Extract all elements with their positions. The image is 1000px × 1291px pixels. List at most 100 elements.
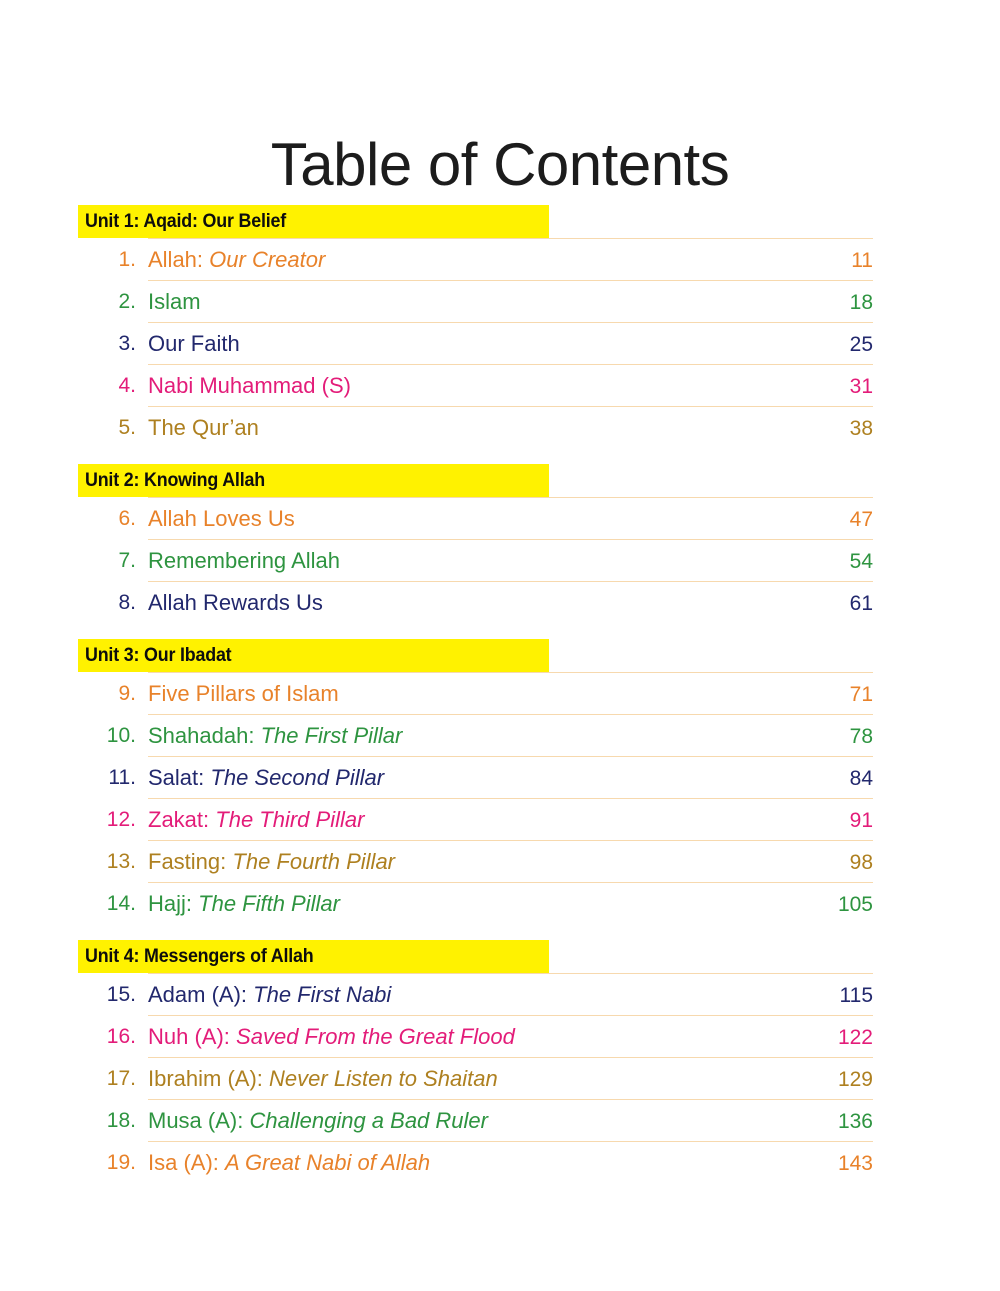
entry-title[interactable]: Hajj: The Fifth Pillar [148, 883, 833, 925]
entry-page-number: 98 [849, 851, 873, 874]
entry-title[interactable]: The Qur’an [148, 407, 833, 449]
entry-number: 8. [118, 591, 136, 614]
entry-number: 13. [106, 850, 136, 873]
toc-entry[interactable]: 14. Hajj: The Fifth Pillar 105 [107, 882, 873, 925]
toc-entry[interactable]: 5. The Qur’an 38 [118, 406, 873, 449]
entry-number: 5. [118, 416, 136, 439]
entry-title-subtitle: The Third Pillar [215, 807, 365, 832]
entry-title[interactable]: Nabi Muhammad (S) [148, 365, 833, 407]
entry-page-number: 105 [837, 893, 873, 916]
entry-number: 16. [106, 1025, 136, 1048]
entry-number: 14. [106, 892, 136, 915]
entry-title-main: Adam (A): [148, 982, 248, 1007]
entry-page-number: 84 [849, 767, 873, 790]
entry-number: 17. [106, 1067, 136, 1090]
entry-number: 1. [118, 248, 136, 271]
toc-entry[interactable]: 18. Musa (A): Challenging a Bad Ruler 136 [107, 1099, 873, 1142]
entry-number: 10. [106, 724, 136, 747]
entry-title-main: Isa (A): [148, 1150, 219, 1175]
entry-title-main: Five Pillars of Islam [148, 681, 339, 706]
toc-entry[interactable]: 7. Remembering Allah 54 [118, 539, 873, 582]
toc-entry[interactable]: 19. Isa (A): A Great Nabi of Allah 143 [107, 1141, 873, 1184]
unit-header: Unit 4: Messengers of Allah [78, 940, 873, 973]
entry-page-number: 54 [849, 550, 873, 573]
entry-number: 6. [118, 507, 136, 530]
entry-title-main: Islam [148, 289, 201, 314]
entry-title-subtitle: A Great Nabi of Allah [225, 1150, 431, 1175]
entry-page-number: 143 [837, 1152, 873, 1175]
entry-title-main: Allah Loves Us [148, 506, 295, 531]
entry-title[interactable]: Musa (A): Challenging a Bad Ruler [148, 1100, 833, 1142]
unit-header-label: Unit 1: Aqaid: Our Belief [85, 211, 287, 232]
entry-title[interactable]: Salat: The Second Pillar [148, 757, 833, 799]
entry-title-main: Hajj: [148, 891, 193, 916]
entry-number: 15. [106, 983, 136, 1006]
entry-title[interactable]: Adam (A): The First Nabi [148, 974, 833, 1016]
entry-title[interactable]: Islam [148, 281, 833, 323]
entry-page-number: 38 [849, 417, 873, 440]
toc-entry[interactable]: 9. Five Pillars of Islam 71 [118, 672, 873, 715]
entry-page-number: 47 [849, 508, 873, 531]
entry-number: 9. [118, 682, 136, 705]
entry-title[interactable]: Shahadah: The First Pillar [148, 715, 833, 757]
entry-title[interactable]: Five Pillars of Islam [148, 673, 833, 715]
entry-title[interactable]: Remembering Allah [148, 540, 833, 582]
unit-header-label: Unit 2: Knowing Allah [85, 470, 265, 491]
entry-page-number: 18 [849, 291, 873, 314]
entry-title-subtitle: Challenging a Bad Ruler [249, 1108, 488, 1133]
table-of-contents: Unit 1: Aqaid: Our Belief 1. Allah: Our Cr… [78, 205, 873, 1183]
entry-title[interactable]: Our Faith [148, 323, 833, 365]
entry-title-main: Salat: [148, 765, 205, 790]
entry-title[interactable]: Allah Rewards Us [148, 582, 833, 624]
toc-entry[interactable]: 3. Our Faith 25 [118, 322, 873, 365]
toc-page: Table of Contents Unit 1: Aqaid: Our Bel… [0, 0, 1000, 1291]
toc-entry[interactable]: 11. Salat: The Second Pillar 84 [108, 756, 873, 799]
entry-title[interactable]: Allah Loves Us [148, 498, 833, 540]
entry-title[interactable]: Nuh (A): Saved From the Great Flood [148, 1016, 833, 1058]
entry-page-number: 25 [849, 333, 873, 356]
entry-title[interactable]: Zakat: The Third Pillar [148, 799, 833, 841]
unit-header: Unit 1: Aqaid: Our Belief [78, 205, 873, 238]
toc-entry[interactable]: 12. Zakat: The Third Pillar 91 [107, 798, 873, 841]
toc-entry[interactable]: 10. Shahadah: The First Pillar 78 [107, 714, 873, 757]
entry-title-main: Musa (A): [148, 1108, 244, 1133]
entry-page-number: 129 [837, 1068, 873, 1091]
entry-page-number: 61 [849, 592, 873, 615]
entry-title-subtitle: Never Listen to Shaitan [269, 1066, 498, 1091]
entry-page-number: 11 [851, 249, 873, 272]
entry-title-main: Our Faith [148, 331, 240, 356]
entry-title-main: Remembering Allah [148, 548, 340, 573]
entry-title-subtitle: Saved From the Great Flood [236, 1024, 515, 1049]
unit-header: Unit 2: Knowing Allah [78, 464, 873, 497]
toc-entry[interactable]: 8. Allah Rewards Us 61 [118, 581, 873, 624]
entry-number: 18. [106, 1109, 136, 1132]
entry-title-subtitle: The Fourth Pillar [232, 849, 396, 874]
entry-title[interactable]: Ibrahim (A): Never Listen to Shaitan [148, 1058, 833, 1100]
page-title: Table of Contents [270, 131, 730, 199]
entry-page-number: 91 [849, 809, 873, 832]
entry-title-main: Zakat: [148, 807, 210, 832]
entry-title-main: The Qur’an [148, 415, 259, 440]
toc-entry[interactable]: 13. Fasting: The Fourth Pillar 98 [107, 840, 873, 883]
entry-page-number: 122 [837, 1026, 873, 1049]
entry-page-number: 115 [839, 984, 873, 1007]
entry-title[interactable]: Fasting: The Fourth Pillar [148, 841, 833, 883]
entry-title-subtitle: The Fifth Pillar [198, 891, 340, 916]
entry-number: 3. [118, 332, 136, 355]
entry-title-main: Shahadah: [148, 723, 255, 748]
toc-entry[interactable]: 6. Allah Loves Us 47 [118, 497, 873, 540]
entry-page-number: 71 [849, 683, 873, 706]
toc-entry[interactable]: 4. Nabi Muhammad (S) 31 [118, 364, 873, 407]
toc-entry[interactable]: 16. Nuh (A): Saved From the Great Flood 12… [107, 1015, 873, 1058]
toc-entry[interactable]: 1. Allah: Our Creator 11 [118, 238, 873, 281]
entry-title[interactable]: Isa (A): A Great Nabi of Allah [148, 1142, 833, 1184]
entry-page-number: 78 [849, 725, 873, 748]
entry-title-main: Ibrahim (A): [148, 1066, 263, 1091]
toc-entry[interactable]: 15. Adam (A): The First Nabi 115 [107, 973, 873, 1016]
unit-header-label: Unit 3: Our Ibadat [85, 645, 232, 666]
entry-title[interactable]: Allah: Our Creator [148, 239, 833, 281]
entry-number: 11. [108, 766, 136, 789]
unit-header-label: Unit 4: Messengers of Allah [85, 946, 314, 967]
toc-entry[interactable]: 2. Islam 18 [118, 280, 873, 323]
toc-entry[interactable]: 17. Ibrahim (A): Never Listen to Shaitan 1… [107, 1057, 873, 1100]
